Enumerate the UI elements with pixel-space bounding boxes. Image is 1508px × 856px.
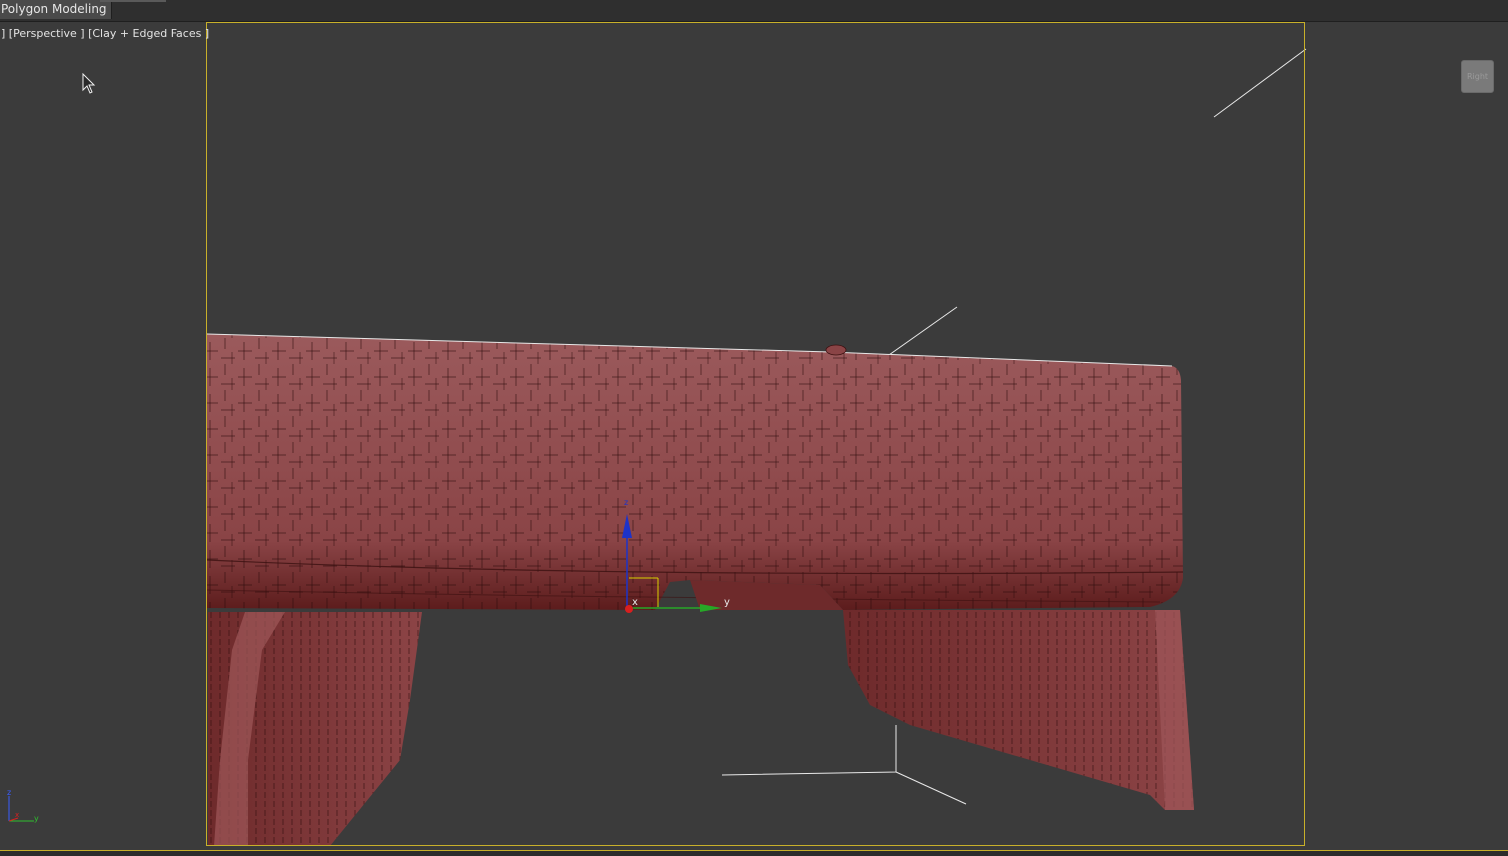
rear-stock-mesh[interactable] [843,610,1194,810]
viewcube-face-label: Right [1466,72,1489,81]
gizmo-z-label: z [624,498,628,507]
gizmo-x-label: x [632,597,638,608]
viewport-scene[interactable]: x y z [0,0,1508,855]
wire-line [895,771,967,805]
gizmo-y-label: y [724,597,730,608]
viewcube-icon[interactable]: Right [1461,60,1494,93]
wire-line [888,306,958,356]
main-body-mesh[interactable] [206,333,1184,610]
front-grip-mesh[interactable] [208,612,422,846]
wire-line [721,725,897,776]
wire-line [1213,48,1307,118]
tripod-z-label: z [7,788,11,797]
viewport-label[interactable]: ] [Perspective ] [Clay + Edged Faces ] [1,27,209,40]
mouse-cursor-icon [82,73,96,94]
tripod-x-label: x [15,811,19,819]
bottom-bar [0,850,1508,856]
axis-tripod-icon: z y x [7,788,39,823]
tripod-y-label: y [34,814,39,823]
